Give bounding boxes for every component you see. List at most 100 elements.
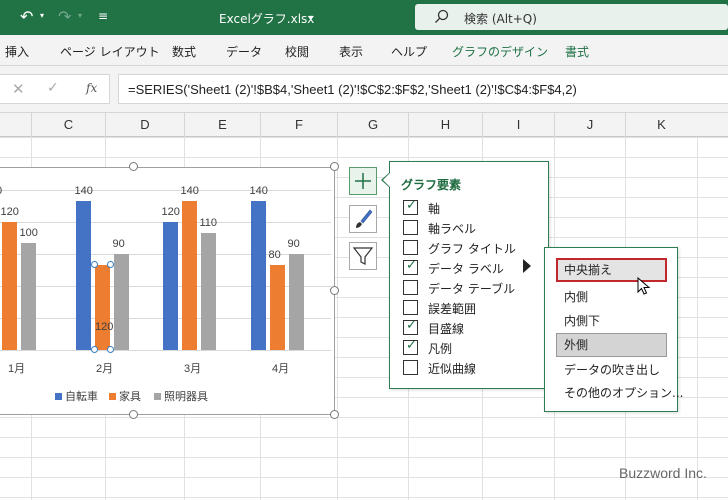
submenu-arrow-icon[interactable]: [523, 259, 531, 273]
tab-data[interactable]: データ: [226, 43, 262, 60]
bar-3-1[interactable]: [21, 243, 36, 350]
legend-swatch: [154, 393, 161, 400]
cancel-icon[interactable]: ✕: [12, 80, 25, 98]
option-data-labels[interactable]: ✓ データ ラベル: [403, 258, 543, 278]
checkbox-error-bars[interactable]: [403, 300, 418, 315]
column-header-c[interactable]: C: [31, 113, 105, 137]
resize-handle-bottom-right[interactable]: [330, 410, 339, 419]
tab-insert[interactable]: 挿入: [5, 43, 29, 60]
check-icon: ✓: [406, 198, 417, 213]
option-axes[interactable]: ✓ 軸: [403, 198, 543, 218]
menu-item-more-options[interactable]: その他のオプション...: [556, 381, 683, 405]
option-legend[interactable]: ✓ 凡例: [403, 338, 543, 358]
column-header-blank[interactable]: [0, 113, 31, 137]
selection-handle[interactable]: [107, 346, 114, 353]
document-title-dropdown-icon[interactable]: ▾: [309, 13, 313, 22]
customize-quick-access-icon[interactable]: ≡: [98, 9, 108, 23]
option-axis-titles[interactable]: 軸ラベル: [403, 218, 543, 238]
option-data-table[interactable]: データ テーブル: [403, 278, 543, 298]
data-label[interactable]: 120: [162, 206, 180, 218]
insert-function-icon[interactable]: fx: [86, 81, 97, 95]
data-label[interactable]: 120: [95, 321, 113, 333]
tab-help[interactable]: ヘルプ: [391, 43, 427, 60]
selection-handle[interactable]: [107, 260, 114, 268]
undo-dropdown-icon[interactable]: ▾: [40, 11, 44, 20]
option-error-bars[interactable]: 誤差範囲: [403, 298, 543, 318]
tab-formulas[interactable]: 数式: [172, 43, 196, 60]
option-trendline[interactable]: 近似曲線: [403, 358, 543, 378]
data-label[interactable]: 140: [181, 185, 199, 197]
checkbox-legend[interactable]: ✓: [403, 338, 418, 355]
menu-item-outside-end[interactable]: 外側: [556, 333, 667, 357]
data-label[interactable]: 140: [250, 185, 268, 197]
resize-handle-right[interactable]: [330, 286, 339, 295]
chart-filters-button[interactable]: [349, 242, 377, 270]
column-header-j[interactable]: J: [554, 113, 625, 137]
chart-styles-button[interactable]: [349, 205, 377, 233]
document-title[interactable]: Excelグラフ.xlsx: [219, 10, 314, 27]
column-header-d[interactable]: D: [105, 113, 184, 137]
tab-view[interactable]: 表示: [339, 43, 363, 60]
resize-handle-top-right[interactable]: [330, 162, 339, 171]
data-label[interactable]: 90: [113, 238, 125, 250]
selection-handle[interactable]: [91, 346, 98, 353]
tab-review[interactable]: 校閲: [285, 43, 309, 60]
option-chart-title[interactable]: グラフ タイトル: [403, 238, 543, 258]
checkbox-chart-title[interactable]: [403, 240, 418, 255]
column-header-k[interactable]: K: [625, 113, 697, 137]
bar-2-4[interactable]: [270, 264, 285, 350]
selection-handle[interactable]: [91, 260, 98, 268]
redo-icon[interactable]: ↷: [58, 7, 71, 26]
checkbox-gridlines[interactable]: ✓: [403, 318, 418, 335]
bar-3-4[interactable]: [289, 254, 304, 350]
tab-page-layout[interactable]: ページ レイアウト: [60, 43, 160, 60]
option-gridlines[interactable]: ✓ 目盛線: [403, 318, 543, 338]
legend-entry[interactable]: 自転車: [55, 388, 98, 404]
data-label[interactable]: 80: [269, 249, 281, 261]
column-header-g[interactable]: G: [337, 113, 408, 137]
legend-entry[interactable]: 家具: [109, 388, 141, 404]
undo-icon[interactable]: ↶: [20, 7, 33, 26]
checkbox-axes[interactable]: ✓: [403, 198, 418, 215]
data-label[interactable]: 110: [200, 217, 218, 229]
bar-2-1[interactable]: [2, 222, 17, 350]
search-box[interactable]: 検索 (Alt+Q): [415, 4, 728, 30]
bar-2-2[interactable]: [95, 264, 110, 350]
checkbox-trendline[interactable]: [403, 360, 418, 375]
bar-3-2[interactable]: [114, 254, 129, 350]
formula-input[interactable]: =SERIES('Sheet1 (2)'!$B$4,'Sheet1 (2)'!$…: [118, 74, 728, 104]
resize-handle-top[interactable]: [129, 162, 138, 171]
tab-format[interactable]: 書式: [565, 43, 589, 60]
bar-1-3[interactable]: [163, 222, 178, 350]
checkbox-axis-titles[interactable]: [403, 220, 418, 235]
data-label[interactable]: 90: [288, 238, 300, 250]
enter-icon[interactable]: ✓: [47, 80, 59, 96]
resize-handle-bottom[interactable]: [129, 410, 138, 419]
formula-buttons: ✕ ✓ fx: [0, 74, 110, 104]
column-header-i[interactable]: I: [482, 113, 554, 137]
checkbox-data-labels[interactable]: ✓: [403, 258, 418, 275]
data-label[interactable]: 100: [20, 227, 38, 239]
menu-item-data-callout[interactable]: データの吹き出し: [556, 358, 667, 382]
chart-elements-button[interactable]: [349, 167, 377, 195]
legend-entry[interactable]: 照明器具: [154, 388, 208, 404]
bar-chart[interactable]: 01201001月140120902月1201401103月14080904月自…: [0, 167, 335, 415]
bar-3-3[interactable]: [201, 232, 216, 350]
menu-item-inside-base[interactable]: 内側下: [556, 309, 667, 333]
bar-2-3[interactable]: [182, 200, 197, 350]
bar-1-2[interactable]: [76, 200, 91, 350]
formula-text: =SERIES('Sheet1 (2)'!$B$4,'Sheet1 (2)'!$…: [128, 82, 577, 97]
column-header-e[interactable]: E: [184, 113, 260, 137]
checkbox-data-table[interactable]: [403, 280, 418, 295]
filter-icon: [352, 247, 374, 265]
data-label[interactable]: 0: [0, 185, 2, 197]
legend-label: 自転車: [65, 391, 98, 403]
watermark: Buzzword Inc.: [619, 465, 707, 481]
tab-chart-design[interactable]: グラフのデザイン: [452, 43, 548, 60]
bar-1-4[interactable]: [251, 200, 266, 350]
column-header-f[interactable]: F: [260, 113, 337, 137]
redo-dropdown-icon[interactable]: ▾: [78, 11, 82, 20]
column-header-h[interactable]: H: [408, 113, 482, 137]
data-label[interactable]: 120: [1, 206, 19, 218]
data-label[interactable]: 140: [75, 185, 93, 197]
